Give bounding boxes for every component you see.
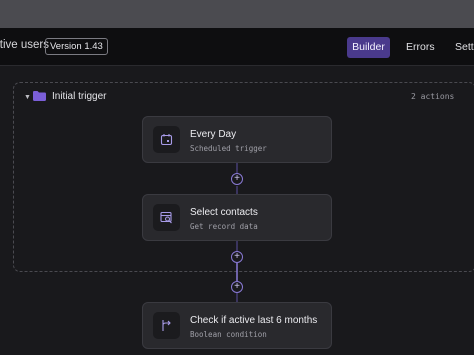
action-card-check-active[interactable]: Check if active last 6 months Boolean co…	[142, 302, 332, 349]
tab-errors[interactable]: Errors	[398, 37, 443, 58]
card-subtitle: Scheduled trigger	[190, 144, 267, 153]
group-action-count: 2 actions	[411, 92, 455, 101]
action-card-every-day[interactable]: Every Day Scheduled trigger	[142, 116, 332, 163]
top-bar: ctive users Version 1.43 Builder Errors …	[0, 28, 474, 66]
table-search-icon	[153, 204, 180, 231]
card-title: Every Day	[190, 129, 237, 140]
add-step-button[interactable]: +	[231, 251, 243, 263]
card-subtitle: Boolean condition	[190, 330, 267, 339]
add-step-button[interactable]: +	[231, 173, 243, 185]
card-subtitle: Get record data	[190, 222, 258, 231]
tab-builder[interactable]: Builder	[347, 37, 390, 58]
branch-icon	[153, 312, 180, 339]
add-step-button[interactable]: +	[231, 281, 243, 293]
browser-top-strip	[0, 0, 474, 28]
card-title: Select contacts	[190, 207, 258, 218]
folder-icon	[33, 91, 46, 101]
trigger-group	[13, 82, 474, 272]
group-title: Initial trigger	[52, 91, 107, 102]
caret-down-icon[interactable]: ▼	[24, 94, 31, 101]
workflow-title: ctive users	[0, 39, 49, 51]
calendar-icon	[153, 126, 180, 153]
tab-settings[interactable]: Setti	[447, 37, 474, 58]
version-badge[interactable]: Version 1.43	[45, 38, 108, 55]
action-card-select-contacts[interactable]: Select contacts Get record data	[142, 194, 332, 241]
card-title: Check if active last 6 months	[190, 315, 318, 326]
